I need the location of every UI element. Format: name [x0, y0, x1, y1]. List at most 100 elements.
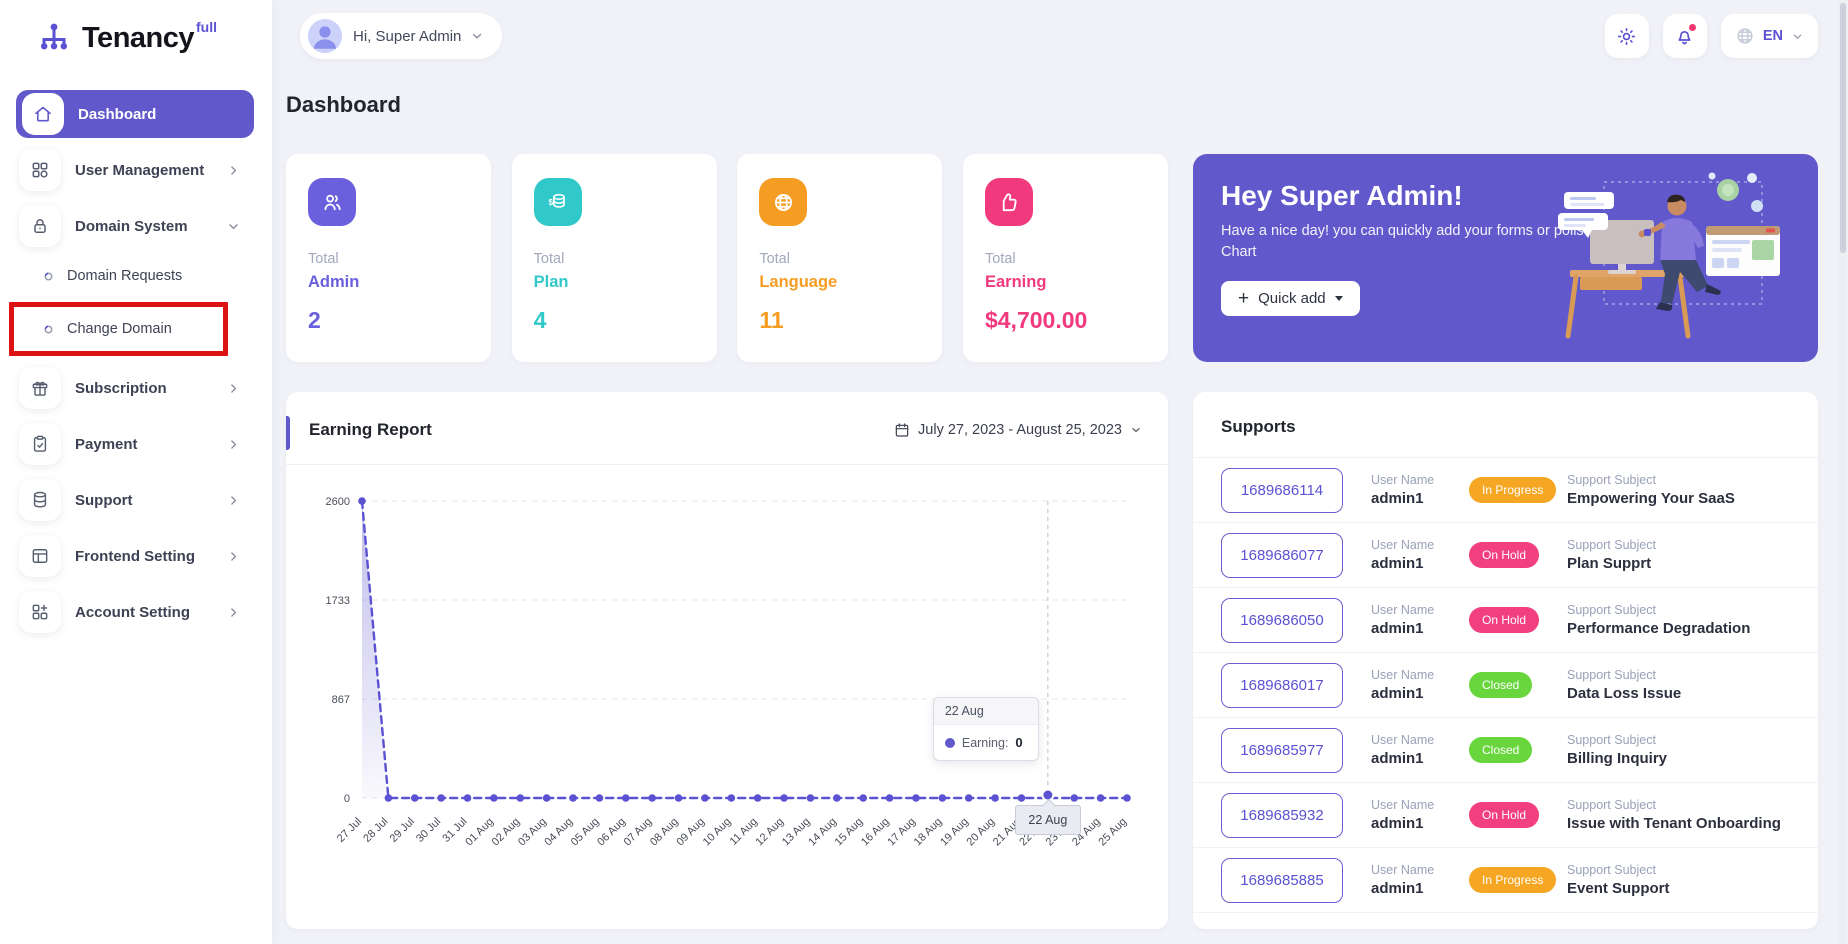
coins-icon: $: [533, 178, 582, 226]
svg-text:01 Aug: 01 Aug: [463, 816, 496, 849]
user-name-value: admin1: [1371, 815, 1424, 832]
sidebar-item-support[interactable]: Support: [16, 476, 254, 524]
sidebar-item-label: User Management: [75, 161, 205, 179]
sidebar-item-label: Support: [75, 491, 133, 509]
chevron-right-icon: [227, 164, 240, 177]
stat-value: 11: [759, 307, 784, 333]
svg-text:12 Aug: 12 Aug: [753, 816, 786, 849]
subject-label: Support Subject: [1567, 473, 1656, 487]
ticket-id-button[interactable]: 1689686017: [1221, 662, 1343, 708]
sidebar-item-payment[interactable]: Payment: [16, 420, 254, 468]
sitemap-icon: [34, 18, 74, 58]
subject-label: Support Subject: [1567, 603, 1656, 617]
gift-icon: [19, 367, 61, 409]
ticket-id-button[interactable]: 1689686077: [1221, 532, 1343, 578]
earning-report-title: Earning Report: [309, 420, 432, 439]
plus-icon: +: [1238, 287, 1250, 309]
subject-value: Issue with Tenant Onboarding: [1567, 815, 1781, 832]
topbar-actions: EN: [1604, 14, 1818, 58]
sidebar-item-change-domain[interactable]: Change Domain: [9, 302, 228, 356]
status-badge: On Hold: [1469, 542, 1540, 568]
user-name-label: User Name: [1371, 538, 1435, 552]
user-name-value: admin1: [1371, 880, 1424, 897]
subject-value: Data Loss Issue: [1567, 685, 1682, 702]
subject-label: Support Subject: [1567, 733, 1656, 747]
tooltip-series-label: Earning:: [961, 735, 1009, 750]
sidebar-item-subscription[interactable]: Subscription: [16, 364, 254, 412]
svg-text:02 Aug: 02 Aug: [490, 816, 523, 849]
sidebar-item-dashboard[interactable]: Dashboard: [16, 90, 254, 138]
quick-add-button[interactable]: + Quick add: [1221, 281, 1360, 316]
database-icon: [19, 479, 61, 521]
chart-tooltip: 22 Aug Earning: 0: [932, 697, 1039, 761]
clipboard-icon: [19, 423, 61, 465]
welcome-banner: Hey Super Admin! Have a nice day! you ca…: [1193, 154, 1818, 362]
svg-text:28 Jul: 28 Jul: [361, 816, 390, 845]
dot-icon: [43, 271, 54, 282]
hero-illustration: [1556, 166, 1804, 355]
brand-badge: full: [196, 19, 218, 35]
svg-text:09 Aug: 09 Aug: [674, 816, 707, 849]
table-icon: [19, 535, 61, 577]
user-menu[interactable]: Hi, Super Admin: [300, 13, 503, 59]
language-selector[interactable]: EN: [1720, 14, 1818, 58]
tooltip-value: 0: [1015, 735, 1023, 750]
subject-label: Support Subject: [1567, 538, 1656, 552]
hovered-axis-label: 22 Aug: [1014, 805, 1081, 835]
subject-label: Support Subject: [1567, 863, 1656, 877]
home-icon: [22, 93, 64, 135]
sidebar-item-user-management[interactable]: User Management: [16, 146, 254, 194]
ticket-id-button[interactable]: 1689685885: [1221, 857, 1343, 903]
svg-text:867: 867: [332, 694, 350, 706]
user-name-label: User Name: [1371, 668, 1435, 682]
sidebar-item-domain-system[interactable]: Domain System: [16, 202, 254, 250]
ticket-id-button[interactable]: 1689685977: [1221, 727, 1343, 773]
supports-card: Supports 1689686114 User Name admin1 In …: [1193, 392, 1818, 929]
notifications-button[interactable]: [1662, 14, 1707, 58]
stat-value: 4: [533, 307, 547, 333]
user-name-label: User Name: [1371, 733, 1435, 747]
status-badge: In Progress: [1469, 477, 1557, 503]
series-dot-icon: [944, 737, 955, 748]
avatar: [308, 19, 342, 53]
support-ticket-row: 1689685885 User Name admin1 In Progress …: [1193, 848, 1818, 913]
sidebar-item-frontend-setting[interactable]: Frontend Setting: [16, 532, 254, 580]
scrollbar-thumb[interactable]: [1840, 3, 1846, 253]
svg-text:08 Aug: 08 Aug: [648, 816, 681, 849]
chevron-right-icon: [227, 494, 240, 507]
user-name-label: User Name: [1371, 603, 1435, 617]
ticket-id-button[interactable]: 1689686050: [1221, 597, 1343, 643]
main-content: Hi, Super Admin EN Dashboard Total Admin…: [272, 0, 1848, 929]
ticket-id-button[interactable]: 1689686114: [1221, 467, 1343, 513]
svg-text:10 Aug: 10 Aug: [701, 816, 734, 849]
subject-value: Performance Degradation: [1567, 620, 1751, 637]
svg-text:20 Aug: 20 Aug: [965, 816, 998, 849]
stat-label: Admin: [308, 273, 360, 291]
supports-list: 1689686114 User Name admin1 In Progress …: [1193, 458, 1818, 913]
chevron-right-icon: [227, 550, 240, 563]
dot-icon: [43, 324, 54, 335]
vertical-scrollbar[interactable]: [1839, 0, 1847, 944]
greeting-text: Hi, Super Admin: [353, 27, 462, 45]
user-name-value: admin1: [1371, 750, 1424, 767]
sidebar-item-account-setting[interactable]: Account Setting: [16, 588, 254, 636]
sidebar-item-label: Domain Requests: [67, 268, 183, 284]
earning-chart[interactable]: 2600 1733 867 0 27 Jul 28 Jul 29 Jul 30 Jul 31 J…: [286, 471, 1168, 906]
user-name-label: User Name: [1371, 798, 1435, 812]
sidebar-item-label: Change Domain: [67, 321, 172, 337]
grid-icon: [19, 149, 61, 191]
subject-value: Billing Inquiry: [1567, 750, 1667, 767]
user-name-value: admin1: [1371, 685, 1424, 702]
support-ticket-row: 1689685977 User Name admin1 Closed Suppo…: [1193, 718, 1818, 783]
svg-text:$: $: [549, 197, 554, 206]
brand[interactable]: Tenancy full: [0, 0, 272, 84]
ticket-id-button[interactable]: 1689685932: [1221, 792, 1343, 838]
status-badge: Closed: [1469, 737, 1533, 763]
status-badge: In Progress: [1469, 867, 1557, 893]
sidebar-item-label: Account Setting: [75, 603, 190, 621]
theme-toggle-button[interactable]: [1604, 14, 1649, 58]
stat-total-label: Total: [533, 251, 565, 267]
date-range-picker[interactable]: July 27, 2023 - August 25, 2023: [894, 422, 1142, 438]
sidebar-item-domain-requests[interactable]: Domain Requests: [0, 254, 272, 298]
chevron-right-icon: [227, 438, 240, 451]
